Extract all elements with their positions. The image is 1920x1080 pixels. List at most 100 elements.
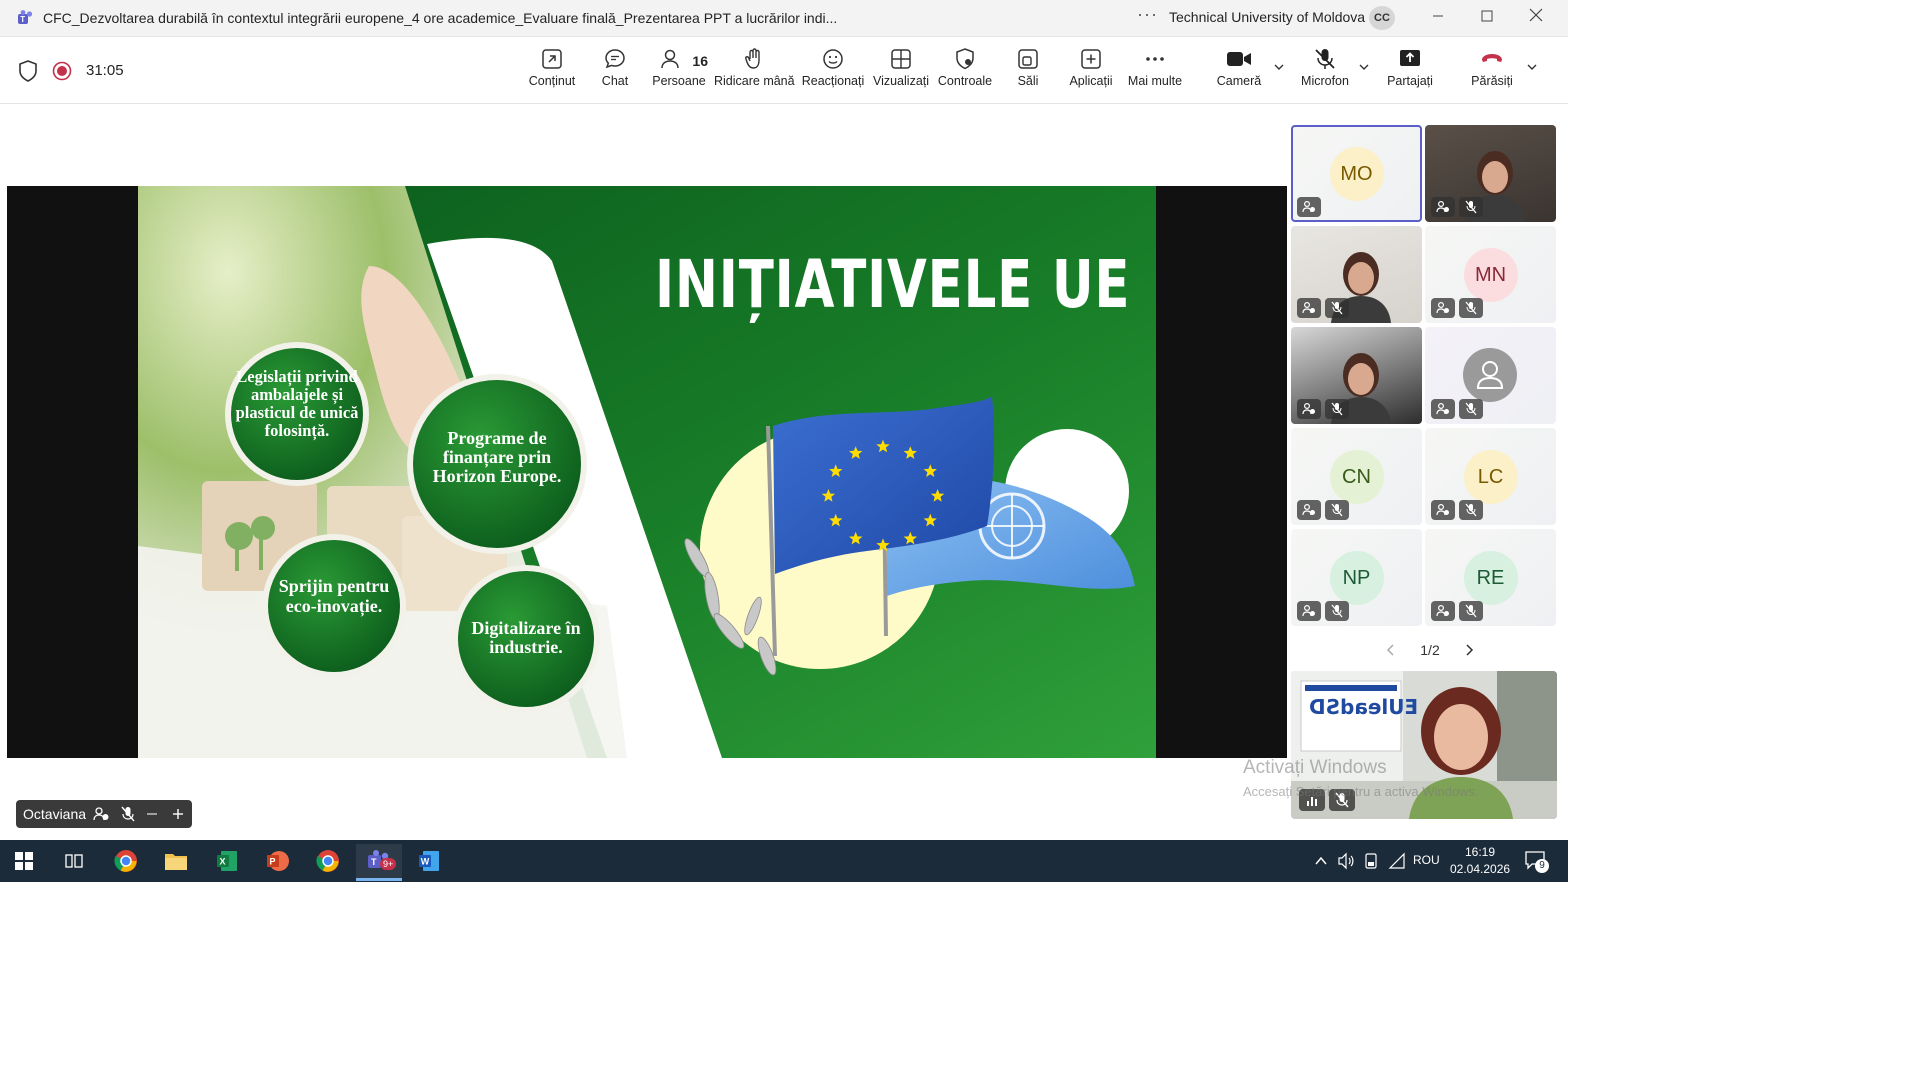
camera-options-chevron[interactable]	[1273, 61, 1285, 76]
teams-taskbar-button[interactable]: T 9+	[356, 844, 402, 881]
mic-off-icon	[1325, 399, 1349, 419]
battery-icon[interactable]	[1364, 852, 1378, 870]
teams-badge: 9+	[380, 858, 397, 870]
banner-text: EUleadSD	[1309, 695, 1419, 719]
people-button[interactable]: 16 Persoane	[650, 47, 708, 88]
chevron-down-icon	[1274, 64, 1284, 70]
participant-avatar: CN	[1329, 449, 1384, 504]
camera-label: Cameră	[1216, 74, 1262, 88]
mic-off-icon	[1459, 500, 1483, 520]
microphone-options-chevron[interactable]	[1358, 61, 1370, 76]
circle-text-digitalization: Digitalizare în industrie.	[471, 618, 581, 657]
participant-tile[interactable]: NP	[1291, 529, 1422, 626]
accessibility-icon	[1297, 500, 1321, 520]
share-content-button[interactable]: Conținut	[522, 47, 582, 88]
pager-text: 1/2	[1420, 642, 1440, 658]
folder-icon	[165, 854, 187, 870]
react-label: Reacționați	[801, 74, 865, 88]
self-name-label[interactable]: Octaviana	[16, 800, 192, 828]
participant-tile[interactable]: RE	[1425, 529, 1556, 626]
raise-hand-icon	[745, 48, 760, 69]
participant-tile[interactable]: MO	[1291, 125, 1422, 222]
shield-icon[interactable]	[18, 60, 38, 82]
chevron-down-icon	[1359, 64, 1369, 70]
tile-status-icons	[1297, 399, 1349, 419]
camera-button[interactable]: Cameră	[1212, 47, 1266, 88]
network-icon[interactable]	[1388, 852, 1406, 870]
more-label: Mai multe	[1127, 74, 1183, 88]
plus-icon[interactable]	[171, 807, 185, 821]
eu-star	[876, 538, 890, 552]
volume-icon[interactable]	[1337, 852, 1355, 870]
file-explorer-taskbar-button[interactable]	[154, 844, 198, 878]
accessibility-icon	[93, 807, 109, 821]
rooms-button[interactable]: Săli	[1008, 47, 1048, 88]
teams-app-icon: T	[18, 10, 33, 24]
maximize-icon	[1481, 10, 1493, 22]
chevron-up-icon[interactable]	[1314, 854, 1328, 868]
user-avatar[interactable]: CC	[1369, 6, 1395, 30]
powerpoint-taskbar-button[interactable]: P	[255, 844, 299, 878]
raise-hand-button[interactable]: Ridicare mână	[714, 47, 795, 88]
chrome-profile-taskbar-button[interactable]	[306, 844, 350, 878]
mic-off-icon	[1459, 601, 1483, 621]
task-view-icon	[65, 854, 83, 868]
recording-icon	[52, 61, 72, 81]
apps-icon	[1081, 49, 1101, 69]
apps-button[interactable]: Aplicații	[1064, 47, 1118, 88]
react-button[interactable]: Reacționați	[801, 47, 865, 88]
input-language[interactable]: ROU	[1413, 853, 1440, 867]
leave-button[interactable]: Părăsiți	[1466, 47, 1518, 88]
minimize-button[interactable]	[1414, 0, 1462, 36]
participant-tile[interactable]: LC	[1425, 428, 1556, 525]
participant-tile[interactable]	[1291, 226, 1422, 323]
windows-taskbar: X P T 9+ W ROU 16:19 02.04.2026 9	[0, 840, 1568, 882]
svg-text:T: T	[20, 15, 25, 24]
accessibility-icon	[1431, 298, 1455, 318]
people-count: 16	[692, 52, 708, 69]
minus-icon[interactable]	[145, 807, 159, 821]
participant-tile[interactable]: CN	[1291, 428, 1422, 525]
clock-time: 16:19	[1464, 845, 1496, 859]
meeting-title: CFC_Dezvoltarea durabilă în contextul in…	[43, 10, 838, 26]
microphone-button[interactable]: Microfon	[1296, 47, 1354, 88]
controls-button[interactable]: Controale	[936, 47, 994, 88]
tile-status-icons	[1297, 298, 1349, 318]
activation-watermark-title: Activați Windows	[1243, 757, 1387, 778]
maximize-button[interactable]	[1463, 0, 1511, 36]
notifications-button[interactable]: 9	[1524, 850, 1549, 875]
chrome-taskbar-button[interactable]	[104, 844, 148, 878]
clock-date: 02.04.2026	[1450, 862, 1511, 876]
view-button[interactable]: Vizualizați	[870, 47, 932, 88]
tile-status-icons	[1431, 298, 1483, 318]
gallery-pager: 1/2	[1385, 640, 1475, 660]
participant-tile[interactable]	[1425, 125, 1556, 222]
taskbar-clock[interactable]: 16:19 02.04.2026	[1450, 844, 1510, 878]
chrome-icon	[114, 850, 137, 872]
start-button[interactable]	[2, 844, 46, 878]
eu-star	[821, 489, 836, 502]
more-options-button[interactable]: ···	[1137, 4, 1158, 25]
tile-status-icons	[1297, 601, 1349, 621]
controls-label: Controale	[937, 74, 993, 88]
svg-text:W: W	[421, 857, 430, 867]
accessibility-icon	[1431, 500, 1455, 520]
chat-button[interactable]: Chat	[592, 47, 638, 88]
participant-tile[interactable]: MN	[1425, 226, 1556, 323]
tile-status-icons	[1297, 500, 1349, 520]
eu-star	[923, 464, 937, 477]
circle-text-eco-innovation: Sprijin pentru eco-inovație.	[278, 576, 390, 616]
excel-taskbar-button[interactable]: X	[205, 844, 249, 878]
leave-icon	[1482, 54, 1502, 62]
participant-tile[interactable]	[1425, 327, 1556, 424]
participant-tile[interactable]	[1291, 327, 1422, 424]
leave-options-chevron[interactable]	[1526, 61, 1538, 76]
word-taskbar-button[interactable]: W	[407, 844, 451, 878]
eu-star	[903, 446, 917, 459]
more-button[interactable]: Mai multe	[1124, 47, 1186, 88]
share-button[interactable]: Partajați	[1382, 47, 1438, 88]
task-view-button[interactable]	[52, 844, 96, 878]
chevron-left-icon[interactable]	[1385, 643, 1397, 657]
chevron-right-icon[interactable]	[1463, 643, 1475, 657]
close-window-button[interactable]	[1512, 0, 1560, 36]
